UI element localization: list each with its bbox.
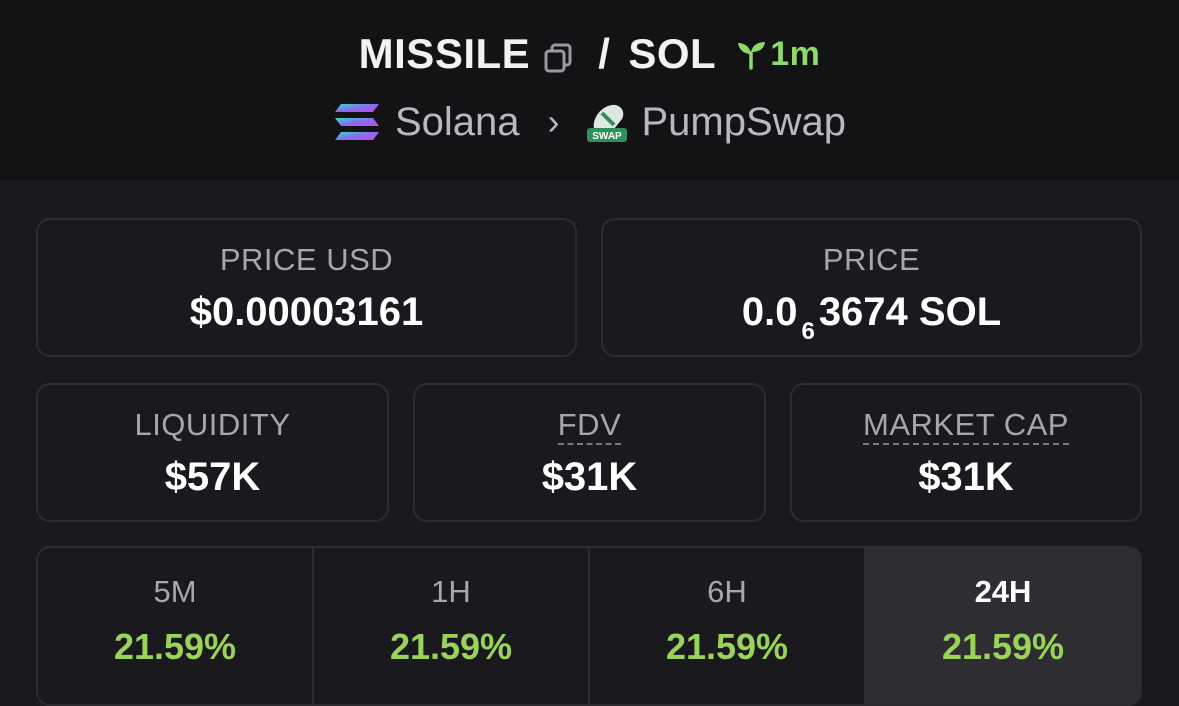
price-usd-value: $0.00003161 [189,290,424,334]
change-percent: 21.59% [941,626,1065,667]
price-usd-card: PRICE USD $0.00003161 [36,218,577,357]
price-zero-count: 6 [801,318,815,345]
chain-name[interactable]: Solana [395,100,520,145]
pair-separator: / [598,30,611,77]
price-prefix: 0.0 [741,290,798,334]
quote-token-symbol: SOL [628,30,717,77]
price-card: PRICE 0.0 6 3674 SOL [601,218,1142,357]
change-timeframe: 24H [974,574,1032,609]
liquidity-card: LIQUIDITY $57K [36,383,389,522]
change-timeframe: 6H [707,574,747,609]
price-usd-label: PRICE USD [219,242,394,277]
change-tab-5m[interactable]: 5M 21.59% [38,548,314,704]
pair-header: MISSILE / SOL 1m Solana › SWAP PumpSwap [0,0,1179,180]
fdv-card[interactable]: FDV $31K [413,383,766,522]
market-cap-value: $31K [918,455,1014,499]
copy-icon[interactable] [542,37,576,73]
dex-logo-text: SWAP [592,131,622,142]
chevron-right-icon: › [547,101,560,142]
price-change-tabs: 5M 21.59% 1H 21.59% 6H 21.59% 24H 21.59% [36,546,1142,706]
dex-name[interactable]: PumpSwap [642,100,847,145]
market-cap-card[interactable]: MARKET CAP $31K [790,383,1142,522]
price-suffix: 3674 SOL [818,290,1002,334]
pair-age: 1m [734,35,820,74]
pair-title: MISSILE / SOL 1m [0,26,1179,82]
change-timeframe: 5M [153,574,197,609]
market-cap-label[interactable]: MARKET CAP [863,407,1069,445]
change-tab-1h[interactable]: 1H 21.59% [314,548,590,704]
solana-icon [334,104,379,140]
change-timeframe: 1H [431,574,471,609]
change-tab-24h[interactable]: 24H 21.59% [866,548,1140,704]
price-value: 0.0 6 3674 SOL [603,290,1140,345]
change-percent: 21.59% [113,626,237,667]
price-label: PRICE [822,242,921,277]
change-tab-6h[interactable]: 6H 21.59% [590,548,866,704]
liquidity-label: LIQUIDITY [134,407,291,442]
pair-age-value: 1m [770,34,821,73]
pumpswap-logo: SWAP [586,104,627,142]
fdv-value: $31K [541,455,638,499]
change-percent: 21.59% [389,626,513,667]
fdv-label[interactable]: FDV [557,407,622,445]
liquidity-value: $57K [164,455,261,499]
sprout-icon [738,42,766,70]
base-token-symbol: MISSILE [358,30,531,77]
change-percent: 21.59% [665,626,789,667]
breadcrumb: Solana › SWAP PumpSwap [0,96,1179,148]
